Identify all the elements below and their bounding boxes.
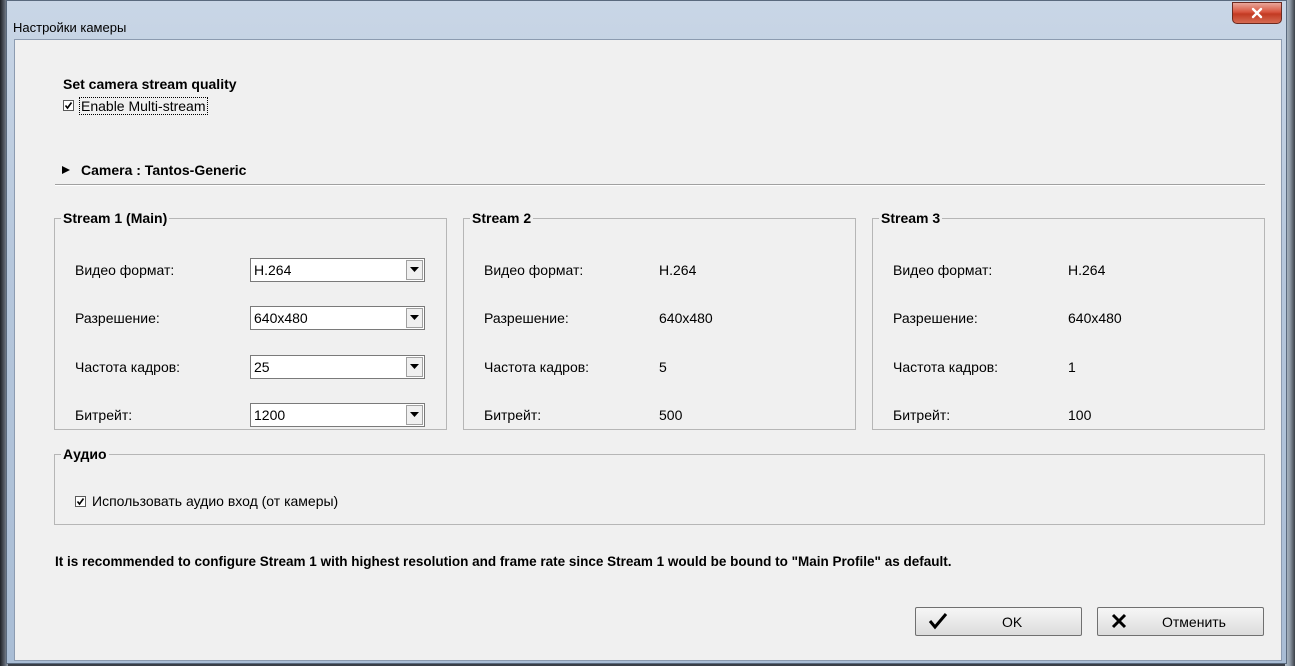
stream-2-framerate-label: Частота кадров:: [484, 359, 590, 375]
stream-3-resolution-label: Разрешение:: [893, 310, 978, 326]
checkmark-icon: [928, 613, 948, 630]
stream-1-bitrate-label: Битрейт:: [75, 407, 133, 423]
stream-1-format-value: H.264: [254, 262, 292, 278]
stream-2-format-label: Видео формат:: [484, 262, 584, 278]
multistream-label[interactable]: Enable Multi-stream: [79, 97, 208, 115]
audio-group: Аудио Использовать аудио вход (от камеры…: [54, 446, 1265, 525]
audio-input-checkbox[interactable]: [75, 496, 86, 507]
cancel-button-label: Отменить: [1162, 614, 1226, 630]
stream-1-group: Stream 1 (Main) Видео формат: H.264 Разр…: [54, 210, 447, 430]
stream-quality-heading: Set camera stream quality: [63, 76, 237, 92]
stream-3-title: Stream 3: [881, 210, 941, 226]
stream-1-resolution-label: Разрешение:: [75, 310, 160, 326]
stream-3-bitrate-label: Битрейт:: [893, 407, 951, 423]
stream-3-framerate-label: Частота кадров:: [893, 359, 999, 375]
camera-name-label[interactable]: Camera : Tantos-Generic: [81, 162, 246, 178]
stream-2-resolution-label: Разрешение:: [484, 310, 569, 326]
title-bar[interactable]: Настройки камеры: [7, 1, 1286, 39]
dialog-client-area: Set camera stream quality Enable Multi-s…: [14, 39, 1282, 661]
stream-3-format-value: H.264: [1068, 262, 1106, 278]
stream-1-format-label: Видео формат:: [75, 262, 175, 278]
multistream-checkbox[interactable]: [63, 100, 74, 111]
checkmark-icon: [64, 102, 73, 110]
stream-2-format-value: H.264: [659, 262, 697, 278]
close-button[interactable]: [1232, 2, 1282, 24]
stream-1-format-select[interactable]: H.264: [250, 258, 425, 282]
stream-2-resolution-value: 640x480: [659, 310, 713, 326]
close-icon: [1251, 7, 1263, 19]
audio-title: Аудио: [63, 446, 107, 462]
stream-2-bitrate-label: Битрейт:: [484, 407, 542, 423]
stream-1-bitrate-value: 1200: [254, 407, 286, 423]
stream-3-format-label: Видео формат:: [893, 262, 993, 278]
cross-icon: [1111, 613, 1127, 629]
stream-2-framerate-value: 5: [659, 359, 667, 375]
stream-1-framerate-label: Частота кадров:: [75, 359, 181, 375]
ok-button[interactable]: OK: [915, 607, 1082, 636]
audio-input-label[interactable]: Использовать аудио вход (от камеры): [92, 493, 338, 509]
stream-1-framerate-select[interactable]: 25: [250, 355, 425, 379]
stream-3-framerate-value: 1: [1068, 359, 1076, 375]
stream-2-title: Stream 2: [472, 210, 532, 226]
triangle-right-icon[interactable]: [61, 165, 71, 175]
stream-1-resolution-value: 640x480: [254, 310, 308, 326]
stream-1-framerate-value: 25: [254, 359, 270, 375]
chevron-down-icon[interactable]: [406, 405, 423, 425]
stream-1-bitrate-select[interactable]: 1200: [250, 403, 425, 427]
stream-2-group: Stream 2 Видео формат: H.264 Разрешение:…: [463, 210, 856, 430]
window-title: Настройки камеры: [13, 20, 127, 35]
chevron-down-icon[interactable]: [406, 260, 423, 280]
chevron-down-icon[interactable]: [406, 308, 423, 328]
stream-2-bitrate-value: 500: [659, 407, 683, 423]
cancel-button[interactable]: Отменить: [1097, 607, 1264, 636]
chevron-down-icon[interactable]: [406, 357, 423, 377]
stream-3-bitrate-value: 100: [1068, 407, 1092, 423]
ok-button-label: OK: [1002, 614, 1023, 630]
camera-settings-dialog: Настройки камеры Set camera stream quali…: [6, 0, 1287, 664]
stream-3-group: Stream 3 Видео формат: H.264 Разрешение:…: [872, 210, 1265, 430]
stream-1-resolution-select[interactable]: 640x480: [250, 306, 425, 330]
checkmark-icon: [76, 498, 85, 506]
stream-1-title: Stream 1 (Main): [63, 210, 168, 226]
stream-3-resolution-value: 640x480: [1068, 310, 1122, 326]
camera-separator: [55, 184, 1265, 186]
recommendation-note: It is recommended to configure Stream 1 …: [55, 554, 952, 569]
